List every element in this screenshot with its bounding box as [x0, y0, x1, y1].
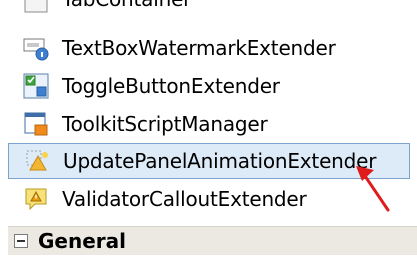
toolbox-panel: TabContainer TextBoxWatermarkExtender To…	[0, 0, 417, 259]
red-arrow-icon	[356, 166, 390, 212]
